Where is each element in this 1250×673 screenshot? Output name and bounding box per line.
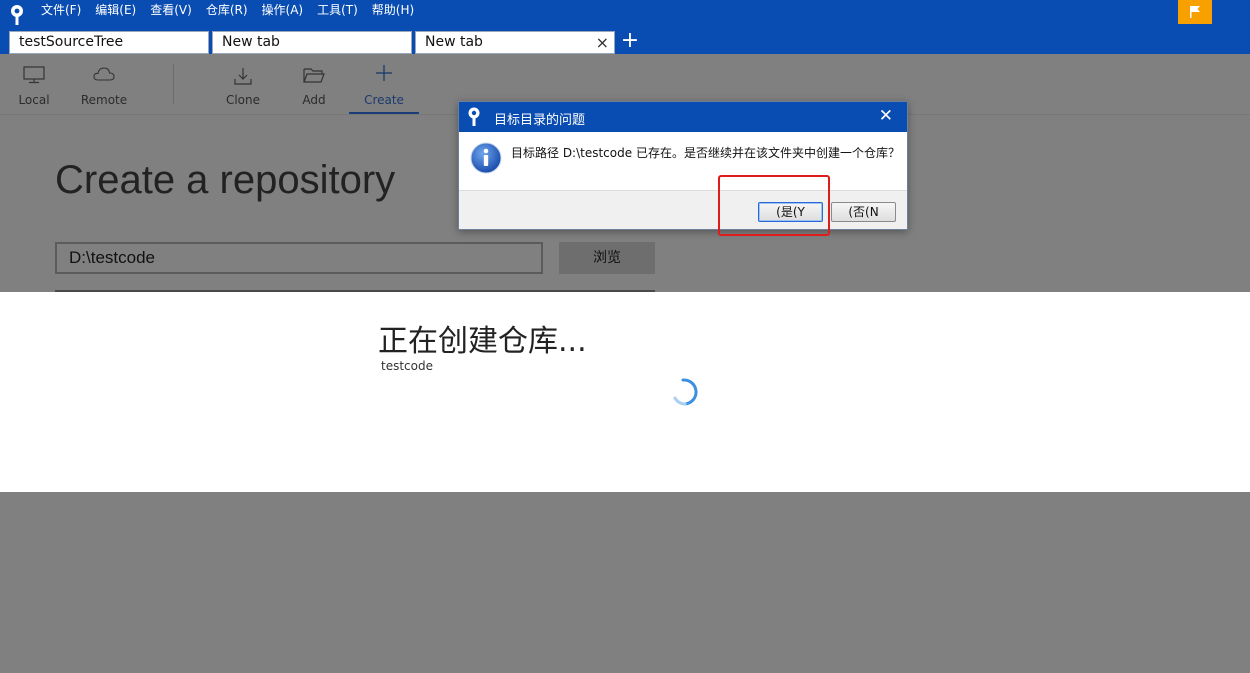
clone-button[interactable]: Clone [222,54,264,114]
menu-view[interactable]: 查看(V) [143,0,199,20]
monitor-icon [23,66,45,84]
menu-edit[interactable]: 编辑(E) [88,0,143,20]
tab-testsourcetree[interactable]: testSourceTree [9,31,209,54]
progress-panel: 正在创建仓库... testcode [0,292,1250,492]
dialog-title: 目标目录的问题 [494,113,586,128]
menu-repository[interactable]: 仓库(R) [199,0,255,20]
notification-flag-button[interactable] [1178,0,1212,24]
clone-label: Clone [225,93,261,107]
flag-icon [1190,6,1200,18]
spinner-icon [673,378,698,406]
tab-label: New tab [425,34,483,50]
no-button[interactable]: (否(N [831,202,896,222]
tab-new-2[interactable]: New tab × [415,31,615,54]
new-tab-button[interactable]: + [619,29,641,54]
close-icon[interactable]: × [596,33,609,53]
active-tab-underline [349,112,419,114]
download-icon [234,68,252,85]
browse-button[interactable]: 浏览 [559,242,655,274]
progress-repo-name: testcode [381,359,433,373]
dialog-message: 目标路径 D:\testcode 已存在。是否继续并在该文件夹中创建一个仓库？ [511,146,900,160]
menu-help[interactable]: 帮助(H) [365,0,421,20]
remote-label: Remote [80,93,128,107]
menu-actions[interactable]: 操作(A) [255,0,311,20]
info-icon [470,142,502,174]
cloud-icon [93,67,115,81]
tab-new-1[interactable]: New tab [212,31,412,54]
dialog-close-button[interactable]: ✕ [879,106,893,126]
create-button[interactable]: Create [349,54,419,114]
tab-label: New tab [222,34,280,50]
menu-file[interactable]: 文件(F) [34,0,88,20]
remote-button[interactable]: Remote [78,54,130,114]
folder-icon [303,68,325,83]
page-title: Create a repository [55,158,396,202]
local-label: Local [18,93,50,107]
annotation-highlight-box [718,175,830,236]
destination-conflict-dialog: 目标目录的问题 ✕ 目标路径 D:\testcode 已存在。是否继续并在该文件… [458,101,908,230]
sourcetree-logo-icon [468,107,480,126]
tab-label: testSourceTree [19,34,124,50]
destination-path-input[interactable]: D:\testcode [55,242,543,274]
toolbar-separator [173,64,174,104]
create-label: Create [364,93,404,107]
progress-title: 正在创建仓库... [378,324,587,359]
dialog-footer: (是(Y (否(N [459,190,907,229]
dialog-title-bar: 目标目录的问题 ✕ [459,102,907,132]
menu-bar: 文件(F) 编辑(E) 查看(V) 仓库(R) 操作(A) 工具(T) 帮助(H… [34,0,421,20]
local-button[interactable]: Local [12,54,56,114]
sourcetree-logo-icon [11,5,23,25]
title-bar: 文件(F) 编辑(E) 查看(V) 仓库(R) 操作(A) 工具(T) 帮助(H… [0,0,1250,29]
plus-icon [376,65,392,81]
add-label: Add [302,93,326,107]
add-button[interactable]: Add [294,54,334,114]
menu-tools[interactable]: 工具(T) [310,0,365,20]
